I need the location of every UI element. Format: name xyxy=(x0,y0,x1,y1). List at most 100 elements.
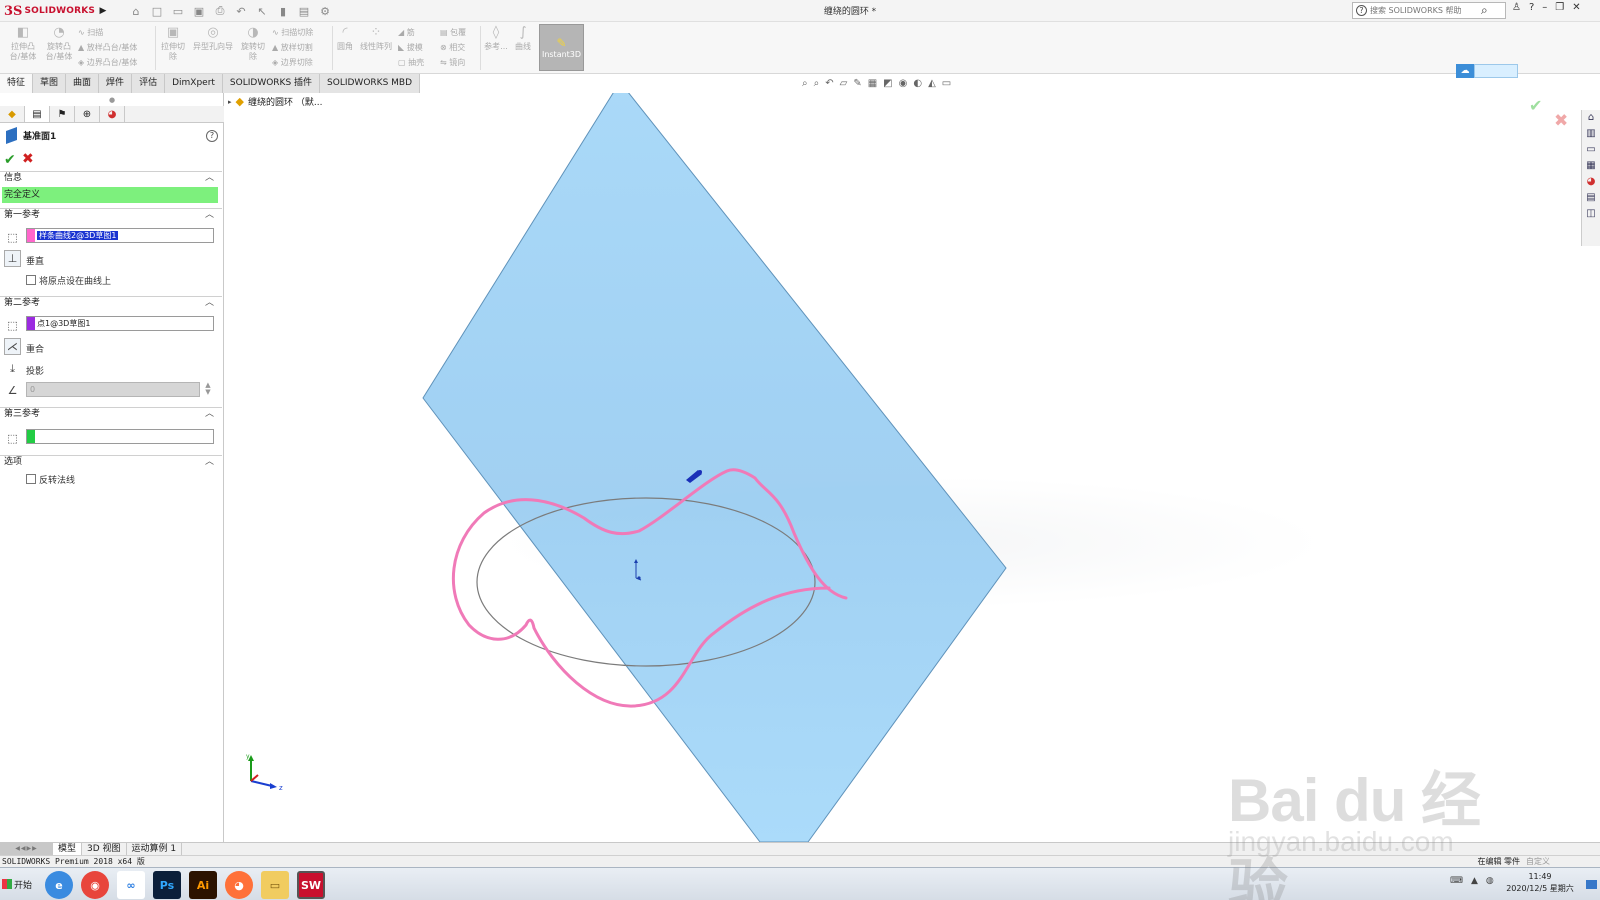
view-palette-icon[interactable]: ▦ xyxy=(1586,160,1595,171)
shell-button[interactable]: ▢ 抽壳 xyxy=(398,55,424,71)
tab-6[interactable]: SOLIDWORKS 插件 xyxy=(222,74,321,93)
network-icon[interactable]: ◍ xyxy=(1486,876,1494,886)
curves-button[interactable]: ∫ 曲线 xyxy=(511,26,535,52)
custom-properties-icon[interactable]: ▤ xyxy=(1586,192,1595,203)
design-library-icon[interactable]: ▥ xyxy=(1586,128,1595,139)
photoshop-icon[interactable]: Ps xyxy=(153,871,181,899)
cloud-connect-icon[interactable]: ☁ xyxy=(1456,64,1474,78)
keyboard-icon[interactable]: ⌨ xyxy=(1450,876,1463,886)
section-options-header[interactable]: 选项 ︿ xyxy=(0,455,222,468)
tray-arrow-icon[interactable]: ▲ xyxy=(1471,876,1478,886)
sweep-button[interactable]: ∿ 扫描 xyxy=(78,25,103,41)
coincident-icon[interactable]: ⋌ xyxy=(4,338,21,355)
firefox-icon[interactable]: ◕ xyxy=(225,871,253,899)
help-icon[interactable]: ? xyxy=(1529,2,1534,13)
section-first-reference-header[interactable]: 第一参考 ︿ xyxy=(0,208,222,221)
display-manager-tab[interactable]: ◕ xyxy=(100,106,125,122)
tab-2[interactable]: 曲面 xyxy=(66,74,100,93)
minimize-icon[interactable]: – xyxy=(1542,2,1547,13)
bottom-tab-0[interactable]: 模型 xyxy=(53,843,83,855)
display-style-icon[interactable]: ◩ xyxy=(883,78,892,89)
angle-input[interactable]: 0 xyxy=(26,382,200,397)
section-view-icon[interactable]: ▱ xyxy=(840,78,848,89)
perpendicular-icon[interactable]: ⊥ xyxy=(4,250,21,267)
draft-button[interactable]: ◣ 拔模 xyxy=(398,40,423,56)
expand-arrow-icon[interactable]: ▸ xyxy=(228,98,232,106)
new-document-icon[interactable]: □ xyxy=(149,5,165,18)
revolve-boss-button[interactable]: ◔ 旋转凸台/基体 xyxy=(42,26,76,62)
loft-button[interactable]: ▲ 放样凸台/基体 xyxy=(78,40,137,56)
rib-button[interactable]: ◢ 筋 xyxy=(398,25,415,41)
hide-show-items-icon[interactable]: ◉ xyxy=(899,78,908,89)
boundary-boss-button[interactable]: ◈ 边界凸台/基体 xyxy=(78,55,137,71)
reference-geometry-button[interactable]: ◊ 参考... xyxy=(483,26,509,52)
graphics-area[interactable]: ▸ ◆ 缠绕的圆环 （默... ☁ ✔ ✖ z y xyxy=(224,64,1600,842)
tab-4[interactable]: 评估 xyxy=(132,74,166,93)
extrude-boss-button[interactable]: ◧ 拉伸凸台/基体 xyxy=(6,26,40,62)
confirmation-corner-ok-icon[interactable]: ✔ xyxy=(1529,96,1542,115)
solidworks-resources-icon[interactable]: ⌂ xyxy=(1588,112,1594,123)
close-icon[interactable]: ✕ xyxy=(1572,2,1580,13)
tab-scroll-arrows-icon[interactable]: ◀◀▶▶ xyxy=(0,843,53,855)
second-reference-field[interactable]: 点1@3D草图1 xyxy=(26,316,214,331)
start-button[interactable]: 开始 xyxy=(2,874,32,894)
collapse-chevron-icon[interactable]: ︿ xyxy=(205,209,214,221)
options-gear-icon[interactable]: ⚙ xyxy=(317,5,333,18)
revolve-cut-button[interactable]: ◑ 旋转切除 xyxy=(238,26,268,62)
wrap-button[interactable]: ▤ 包覆 xyxy=(440,25,466,41)
dynamic-annotation-icon[interactable]: ✎ xyxy=(853,78,861,89)
feature-manager-tab[interactable]: ◆ xyxy=(0,106,25,122)
print-icon[interactable]: ⎙ xyxy=(212,4,228,18)
tab-1[interactable]: 草图 xyxy=(33,74,67,93)
cloud-search-field[interactable] xyxy=(1474,64,1518,78)
chrome-icon[interactable]: ◉ xyxy=(81,871,109,899)
open-icon[interactable]: ▭ xyxy=(170,5,186,18)
collapse-chevron-icon[interactable]: ︿ xyxy=(205,172,214,184)
loft-cut-button[interactable]: ▲ 放样切割 xyxy=(272,40,313,56)
dimxpert-manager-tab[interactable]: ⊕ xyxy=(75,106,100,122)
view-orientation-icon[interactable]: ▦ xyxy=(868,78,877,89)
origin-on-curve-checkbox[interactable] xyxy=(26,275,36,285)
confirmation-corner-cancel-icon[interactable]: ✖ xyxy=(1554,111,1568,131)
third-reference-field[interactable] xyxy=(26,429,214,444)
edit-appearance-icon[interactable]: ◐ xyxy=(913,78,922,89)
tab-0[interactable]: 特征 xyxy=(0,74,34,93)
tab-7[interactable]: SOLIDWORKS MBD xyxy=(320,74,421,93)
projection-icon[interactable]: ⤓ xyxy=(4,360,21,377)
home-icon[interactable]: ⌂ xyxy=(128,5,144,18)
first-reference-field[interactable]: 样条曲线2@3D草图1 xyxy=(26,228,214,243)
sweep-cut-button[interactable]: ∿ 扫描切除 xyxy=(272,25,313,41)
forum-icon[interactable]: ◫ xyxy=(1586,208,1595,219)
ok-button[interactable]: ✔ xyxy=(4,152,16,168)
undo-icon[interactable]: ↶ xyxy=(233,5,249,18)
bottom-tab-2[interactable]: 运动算例 1 xyxy=(127,843,183,855)
angle-spinner[interactable]: ▲ ▼ xyxy=(202,382,214,397)
appearances-icon[interactable]: ◕ xyxy=(1587,176,1596,187)
file-explorer-icon[interactable]: ▭ xyxy=(1586,144,1595,155)
section-second-reference-header[interactable]: 第二参考 ︿ xyxy=(0,296,222,309)
section-third-reference-header[interactable]: 第三参考 ︿ xyxy=(0,407,222,420)
fillet-button[interactable]: ◜ 圆角 xyxy=(335,26,355,52)
intersect-button[interactable]: ⊗ 相交 xyxy=(440,40,465,56)
apply-scene-icon[interactable]: ◭ xyxy=(928,78,936,89)
property-manager-tab[interactable]: ▤ xyxy=(25,106,50,122)
bottom-tab-1[interactable]: 3D 视图 xyxy=(82,843,127,855)
clock[interactable]: 11:49 2020/12/5 星期六 xyxy=(1500,871,1580,895)
solidworks-icon[interactable]: SW xyxy=(297,871,325,899)
flip-normal-checkbox[interactable] xyxy=(26,474,36,484)
user-icon[interactable]: ♙ xyxy=(1512,2,1521,13)
save-icon[interactable]: ▣ xyxy=(191,5,207,18)
panel-grip[interactable]: ● xyxy=(109,96,115,104)
flyout-feature-tree[interactable]: ▸ ◆ 缠绕的圆环 （默... xyxy=(228,95,322,108)
help-search-box[interactable]: ? ⌕ xyxy=(1352,2,1506,19)
file-properties-icon[interactable]: ▤ xyxy=(296,5,312,18)
solidworks-logo[interactable]: 3S SOLIDWORKS xyxy=(4,2,96,20)
zoom-to-fit-icon[interactable]: ⌕ xyxy=(802,78,808,89)
browser-icon[interactable]: e xyxy=(45,871,73,899)
baidu-netdisk-icon[interactable]: ∞ xyxy=(117,871,145,899)
instant3d-button[interactable]: ✎ Instant3D xyxy=(539,24,584,71)
boundary-cut-button[interactable]: ◈ 边界切除 xyxy=(272,55,313,71)
mirror-button[interactable]: ⇋ 镜向 xyxy=(440,55,465,71)
help-search-input[interactable] xyxy=(1370,6,1478,15)
configuration-manager-tab[interactable]: ⚑ xyxy=(50,106,75,122)
